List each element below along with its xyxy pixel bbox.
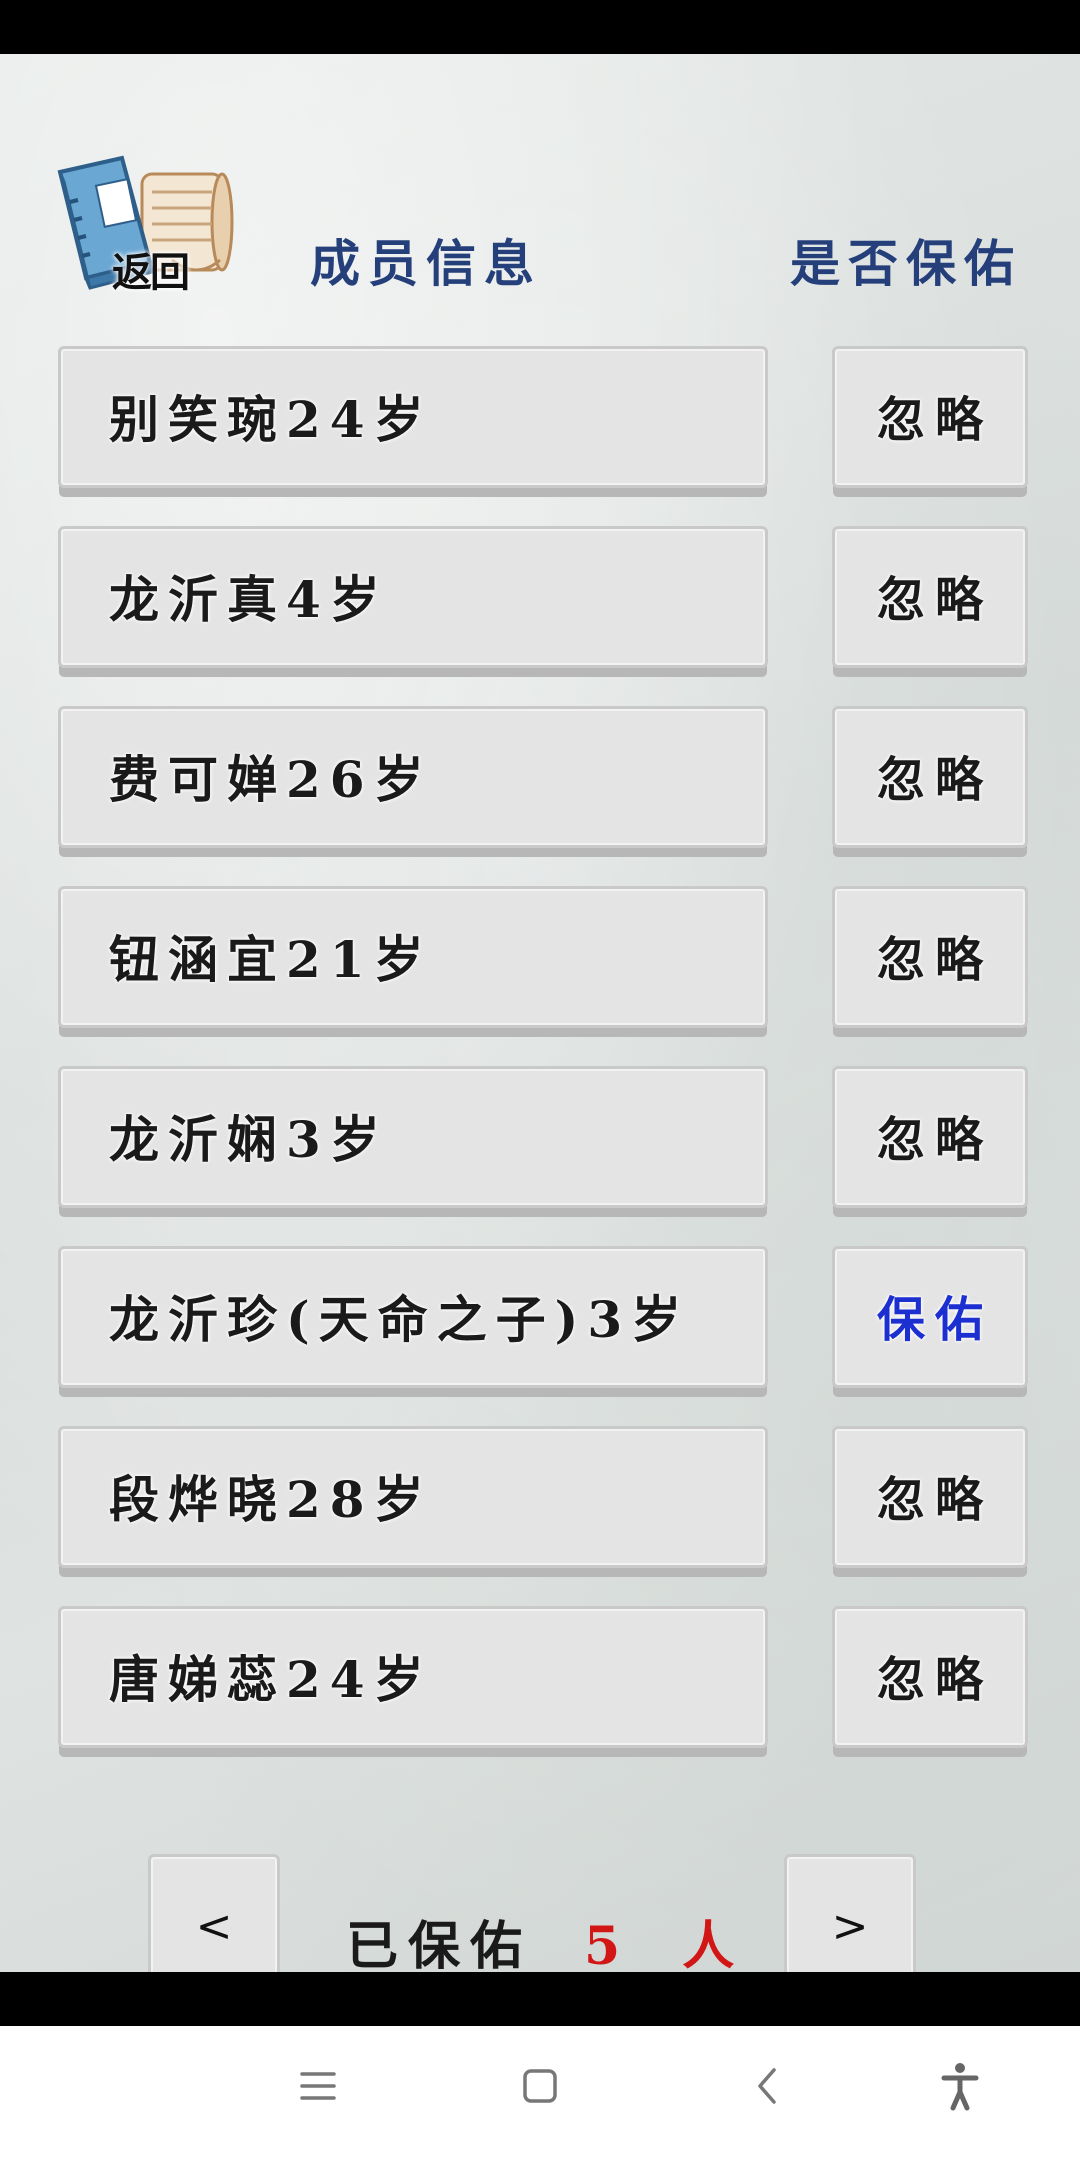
member-row: 龙沂珍(天命之子)3岁 (58, 1246, 768, 1388)
action-label: 忽略 (876, 1652, 993, 1708)
action-label: 忽略 (876, 572, 993, 628)
protect-button[interactable]: 保佑 (832, 1246, 1028, 1388)
ignore-button[interactable]: 忽略 (832, 1066, 1028, 1208)
protected-count: 5 人 (584, 1916, 757, 1972)
member-row: 唐娣蕊24岁 (58, 1606, 768, 1748)
next-page-label: > (831, 1901, 869, 1952)
member-row: 龙沂真4岁 (58, 526, 768, 668)
back-button[interactable]: 返回 (52, 142, 242, 296)
action-label: 忽略 (876, 392, 993, 448)
member-name: 唐娣蕊24岁 (109, 1650, 433, 1709)
ignore-button[interactable]: 忽略 (832, 886, 1028, 1028)
prev-page-label: < (195, 1901, 233, 1952)
member-name: 段烨晓28岁 (109, 1470, 433, 1529)
back-label: 返回 (112, 250, 190, 296)
member-name: 龙沂珍(天命之子)3岁 (109, 1290, 691, 1349)
member-row: 别笑琬24岁 (58, 346, 768, 488)
game-screen: 返回 成员信息 是否保佑 别笑琬24岁 忽略 龙沂真4岁 忽略 费可婵26岁 忽… (0, 54, 1080, 1972)
prev-page-button[interactable]: < (148, 1854, 280, 1972)
ignore-button[interactable]: 忽略 (832, 1426, 1028, 1568)
protect-status-header: 是否保佑 (790, 234, 1022, 293)
member-name: 龙沂娴3岁 (109, 1110, 389, 1169)
action-label: 忽略 (876, 752, 993, 808)
member-name: 别笑琬24岁 (109, 390, 433, 449)
member-name: 龙沂真4岁 (109, 570, 389, 629)
next-page-button[interactable]: > (784, 1854, 916, 1972)
action-label: 忽略 (876, 1472, 993, 1528)
ignore-button[interactable]: 忽略 (832, 706, 1028, 848)
member-row: 钮涵宜21岁 (58, 886, 768, 1028)
menu-icon[interactable] (278, 2046, 358, 2126)
action-label: 保佑 (876, 1292, 993, 1348)
action-label: 忽略 (876, 1112, 993, 1168)
member-row: 龙沂娴3岁 (58, 1066, 768, 1208)
member-info-header: 成员信息 (310, 234, 542, 293)
protected-status-label: 已保佑 (346, 1916, 533, 1972)
home-square-icon[interactable] (500, 2046, 580, 2126)
letterbox-bar (0, 1972, 1080, 2026)
status-bar (0, 0, 1080, 54)
ignore-button[interactable]: 忽略 (832, 1606, 1028, 1748)
member-name: 费可婵26岁 (109, 750, 433, 809)
ignore-button[interactable]: 忽略 (832, 526, 1028, 668)
back-chevron-icon[interactable] (728, 2046, 808, 2126)
action-label: 忽略 (876, 932, 993, 988)
system-nav-bar (0, 2026, 1080, 2158)
member-row: 费可婵26岁 (58, 706, 768, 848)
member-row: 段烨晓28岁 (58, 1426, 768, 1568)
accessibility-icon[interactable] (920, 2046, 1000, 2126)
ignore-button[interactable]: 忽略 (832, 346, 1028, 488)
member-name: 钮涵宜21岁 (109, 930, 433, 989)
